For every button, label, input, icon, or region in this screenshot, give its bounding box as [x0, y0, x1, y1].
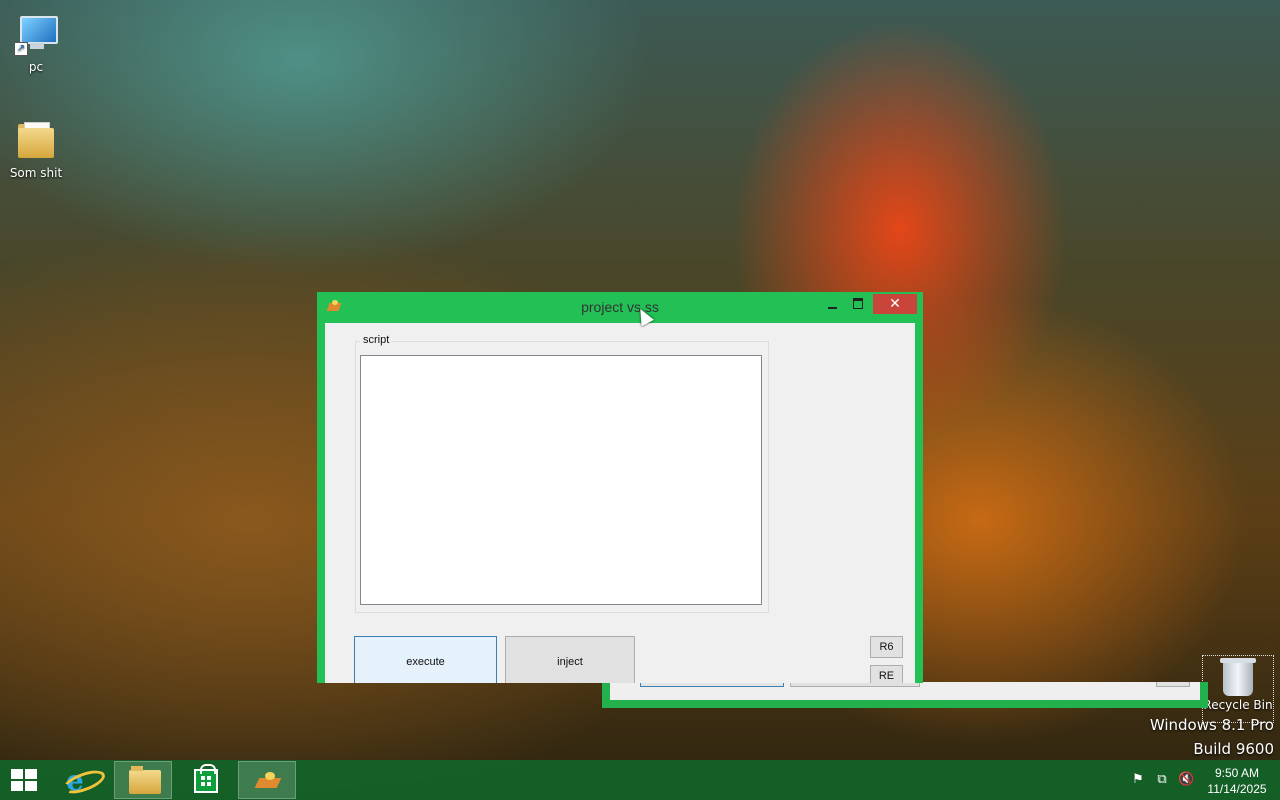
inject-button[interactable]: inject	[505, 636, 635, 683]
windows-logo-icon	[11, 769, 39, 793]
window-client-area: script execute inject R6 RE	[325, 323, 915, 683]
taskbar-file-explorer[interactable]	[114, 761, 172, 799]
re-button[interactable]: RE	[870, 665, 903, 683]
computer-icon: ↗	[14, 12, 58, 56]
taskbar-clock[interactable]: 9:50 AM 11/14/2025	[1198, 765, 1276, 797]
desktop-icon-label: Recycle Bin	[1203, 698, 1273, 712]
volume-muted-icon[interactable]: 🔇	[1178, 772, 1194, 788]
taskbar-project-app[interactable]	[238, 761, 296, 799]
app-window: project vs ss ✕ script execute inject R6…	[317, 292, 923, 683]
app-icon	[255, 772, 281, 790]
taskbar-store[interactable]	[176, 761, 234, 799]
clock-time: 9:50 AM	[1214, 766, 1260, 780]
folder-icon	[129, 766, 161, 794]
desktop-icon-folder[interactable]: Som shit	[4, 118, 68, 180]
windows-edition-watermark: Windows 8.1 Pro	[1149, 716, 1274, 734]
script-groupbox: script	[355, 334, 769, 613]
network-icon[interactable]: ⧉	[1154, 772, 1170, 788]
maximize-button[interactable]	[845, 294, 871, 314]
execute-button[interactable]: execute	[354, 636, 497, 683]
desktop-icon-pc[interactable]: ↗ pc	[4, 12, 68, 74]
start-button[interactable]	[0, 761, 58, 799]
script-input[interactable]	[360, 355, 762, 605]
windows-build-watermark: Build 9600	[1193, 740, 1274, 758]
clock-date: 11/14/2025	[1207, 782, 1267, 796]
background-window-client	[610, 682, 1200, 700]
title-bar[interactable]: project vs ss ✕	[317, 292, 923, 322]
flag-icon[interactable]: ⚑	[1130, 772, 1146, 788]
store-bag-icon	[194, 764, 218, 793]
folder-icon	[14, 118, 58, 162]
desktop-icon-label: Som shit	[9, 166, 63, 180]
minimize-button[interactable]	[819, 294, 845, 314]
close-button[interactable]: ✕	[873, 294, 917, 314]
desktop-icon-label: pc	[28, 60, 44, 74]
script-group-label: script	[360, 334, 393, 346]
r6-button[interactable]: R6	[870, 636, 903, 658]
desktop-icon-recycle-bin[interactable]: Recycle Bin	[1202, 655, 1274, 723]
taskbar-internet-explorer[interactable]: e	[52, 761, 110, 799]
recycle-bin-icon	[1220, 658, 1256, 696]
background-window[interactable]	[602, 682, 1208, 708]
background-window-button[interactable]	[1156, 682, 1190, 687]
taskbar: e	[0, 760, 1280, 800]
